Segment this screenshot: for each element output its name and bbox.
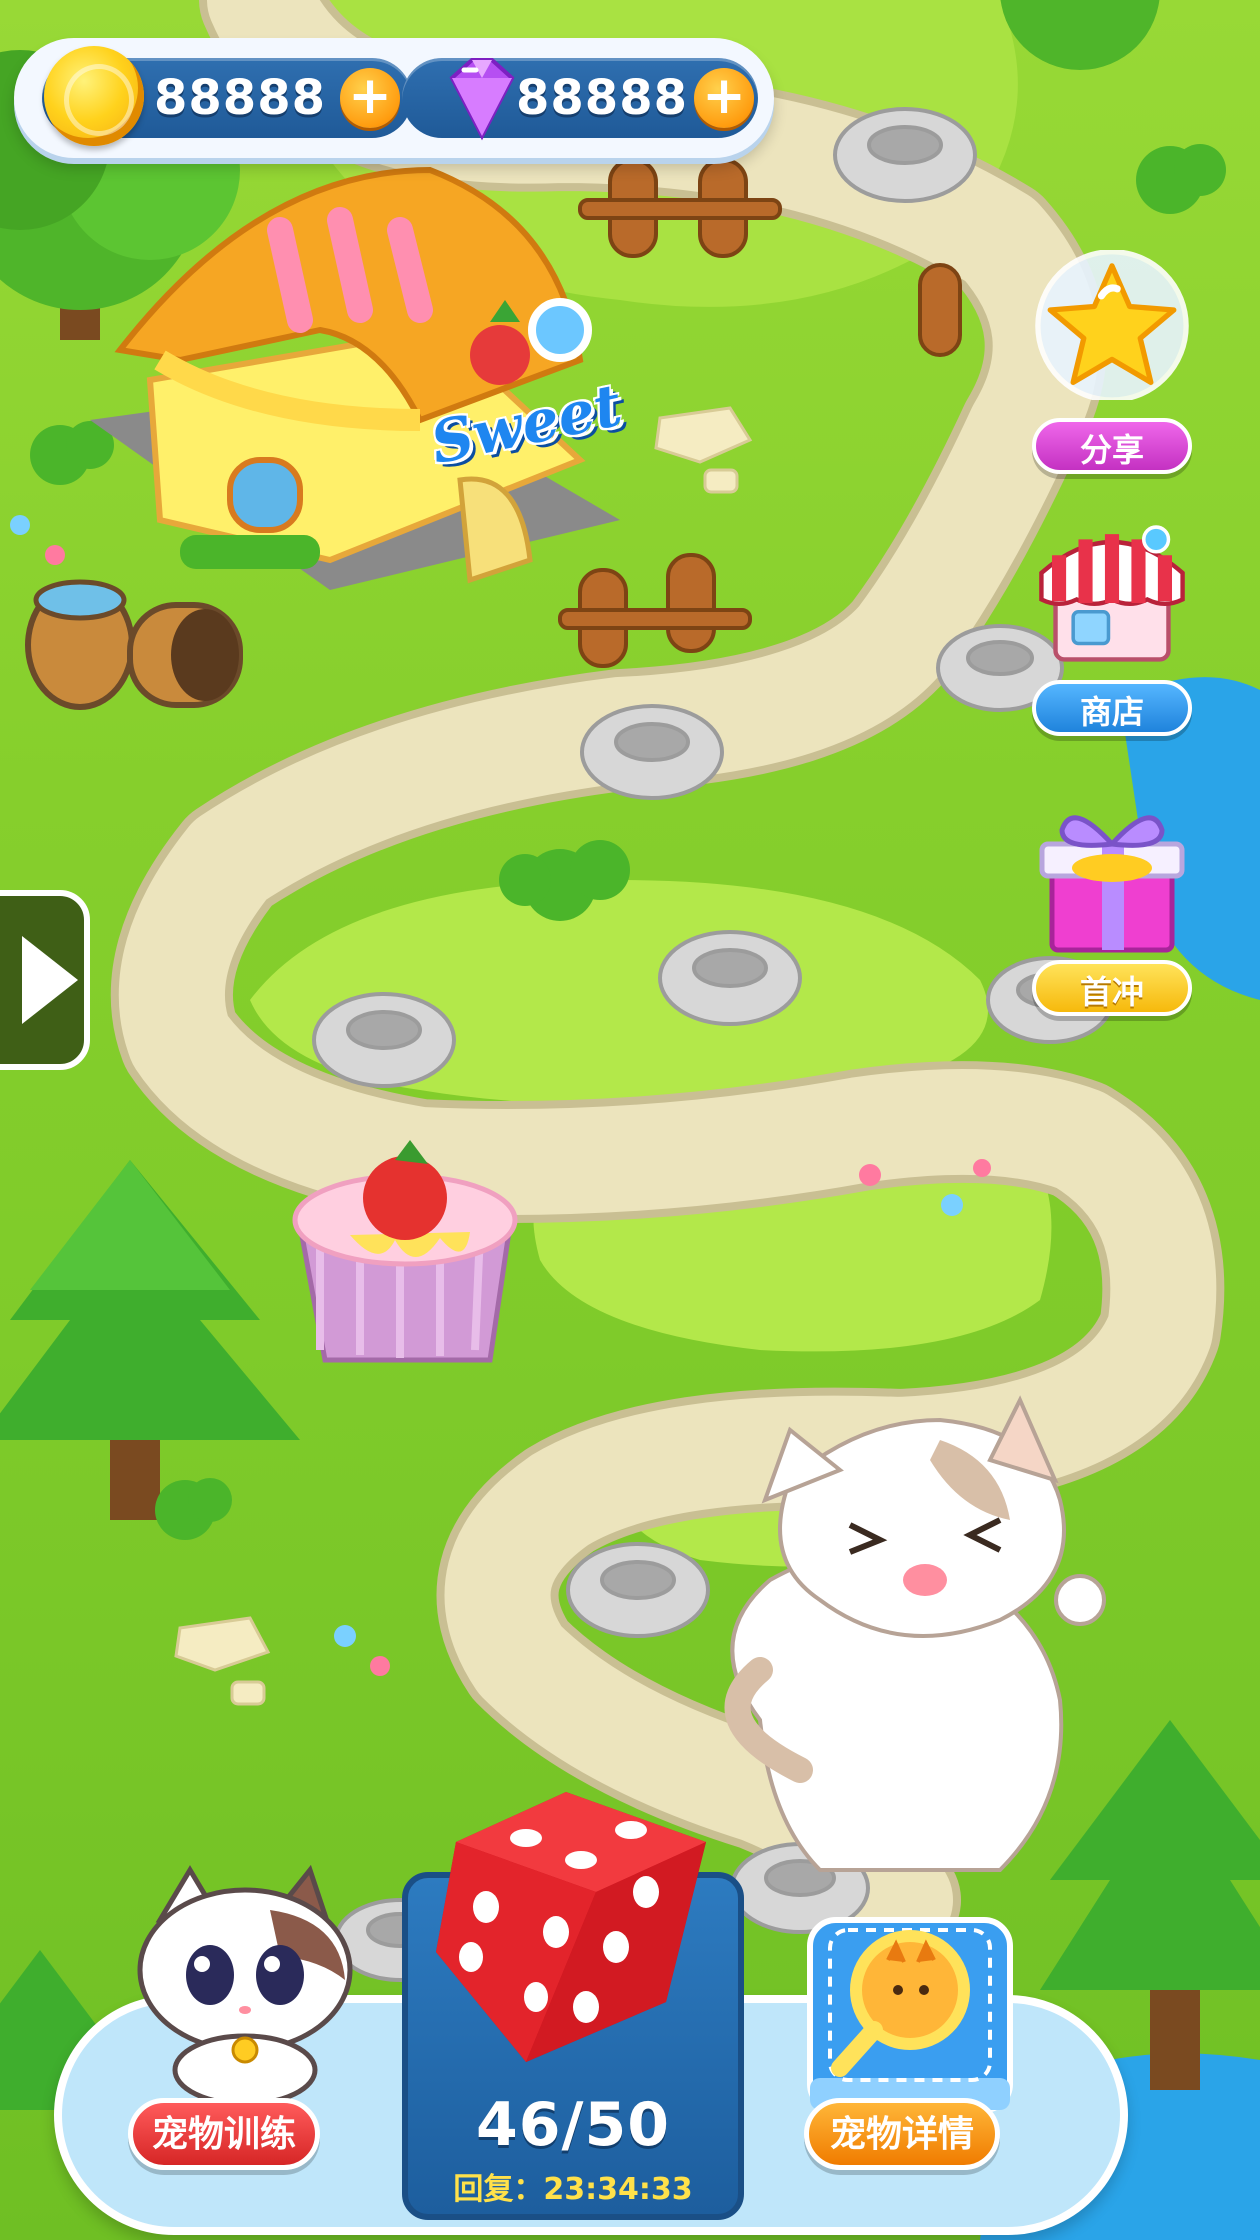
level-stone — [833, 107, 977, 203]
share-button[interactable]: 分享 — [1022, 250, 1202, 480]
gift-box-icon — [1039, 815, 1185, 953]
shop-label: 商店 — [1032, 680, 1192, 736]
first-recharge-button[interactable]: 首冲 — [1022, 770, 1202, 1030]
pet-detail-button[interactable]: 宠物详情 — [804, 2098, 1000, 2170]
game-map-screen: Sweet 88888 88888 + + 分享 商店 首冲 46/50 回复：… — [0, 0, 1260, 2240]
level-stone — [566, 1542, 710, 1638]
tree-top-right — [1000, 0, 1160, 70]
add-coins-button[interactable]: + — [340, 68, 400, 128]
cat-mascot — [724, 1395, 1106, 1872]
first-recharge-label: 首冲 — [1032, 960, 1192, 1016]
currency-bar: 88888 88888 + + — [14, 38, 774, 158]
cat-avatar-icon[interactable] — [120, 1860, 370, 2100]
level-stone — [312, 992, 456, 1088]
level-stone — [580, 704, 724, 800]
gem-amount: 88888 — [516, 70, 688, 126]
magnifier-cat-icon[interactable] — [800, 1900, 1020, 2120]
coin-icon — [44, 46, 144, 146]
energy-recover-timer: 回复：23:34:33 — [402, 2164, 744, 2208]
add-gems-button[interactable]: + — [694, 68, 754, 128]
expand-menu-arrow-button[interactable] — [0, 890, 90, 1070]
dice-energy-count: 46/50 — [476, 2090, 670, 2160]
share-label: 分享 — [1032, 418, 1192, 474]
level-stone — [658, 930, 802, 1026]
dice-icon[interactable] — [416, 1782, 726, 2072]
star-icon — [1035, 250, 1189, 400]
shop-button[interactable]: 商店 — [1022, 520, 1202, 750]
recover-time: 23:34:33 — [543, 2172, 693, 2207]
tree-mid-left — [0, 1160, 300, 1520]
shop-awning-icon — [1039, 525, 1185, 662]
recover-label: 回复： — [453, 2172, 544, 2207]
pet-train-button[interactable]: 宠物训练 — [128, 2098, 320, 2170]
coin-amount: 88888 — [154, 70, 326, 126]
barrels — [25, 579, 243, 710]
